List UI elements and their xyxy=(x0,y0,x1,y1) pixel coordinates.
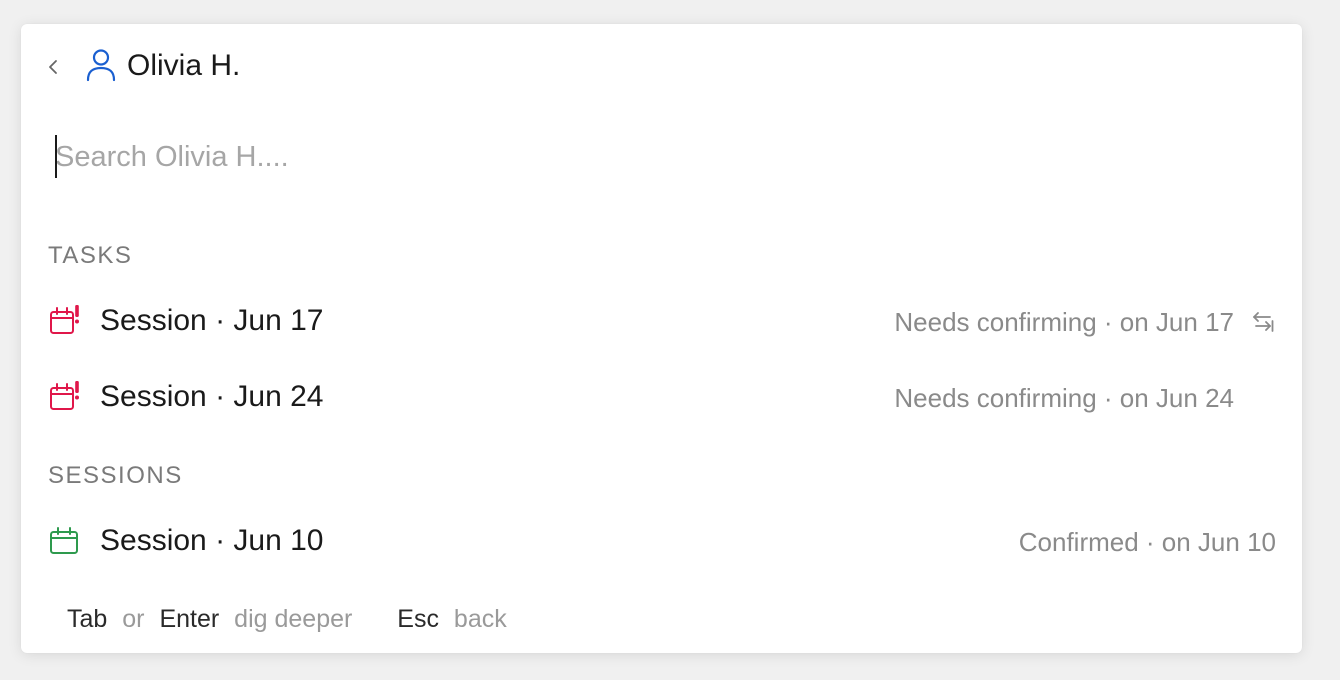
person-icon xyxy=(86,49,116,82)
swap-icon[interactable] xyxy=(1250,309,1276,335)
list-item-label: Session · Jun 10 xyxy=(100,524,324,557)
calendar-alert-icon xyxy=(50,381,79,410)
list-item[interactable]: Session · Jun 17 Needs confirming · on J… xyxy=(21,290,1302,352)
back-button[interactable] xyxy=(43,54,63,80)
palette-header: Olivia H. xyxy=(21,24,1302,108)
list-item-label: Session · Jun 17 xyxy=(100,304,324,337)
list-item-status: Confirmed · on Jun 10 xyxy=(1018,527,1276,557)
enter-key-hint: Enter xyxy=(159,605,220,633)
list-item[interactable]: Session · Jun 10 Confirmed · on Jun 10 xyxy=(21,510,1302,572)
esc-key-hint: Esc xyxy=(397,605,439,633)
tab-key-hint: Tab xyxy=(67,605,108,633)
page-title: Olivia H. xyxy=(127,49,241,82)
dig-deeper-hint: dig deeper xyxy=(234,605,353,633)
list-item-status: Needs confirming · on Jun 24 xyxy=(894,383,1234,413)
text-caret xyxy=(55,135,57,178)
command-palette: Olivia H. TASKS Session · Jun 17 Needs c… xyxy=(21,24,1302,653)
list-item-label: Session · Jun 24 xyxy=(100,380,324,413)
list-item[interactable]: Session · Jun 24 Needs confirming · on J… xyxy=(21,366,1302,428)
chevron-left-icon xyxy=(49,60,57,74)
section-heading-tasks: TASKS xyxy=(48,242,133,269)
back-hint: back xyxy=(453,605,507,633)
or-text: or xyxy=(122,605,145,633)
calendar-alert-icon xyxy=(50,305,79,334)
search-input[interactable] xyxy=(55,134,1255,180)
keyboard-hints: Tab or Enter dig deeper Esc back xyxy=(67,602,507,636)
list-item-status: Needs confirming · on Jun 17 xyxy=(894,307,1234,337)
calendar-icon xyxy=(50,527,78,554)
section-heading-sessions: SESSIONS xyxy=(48,462,183,489)
